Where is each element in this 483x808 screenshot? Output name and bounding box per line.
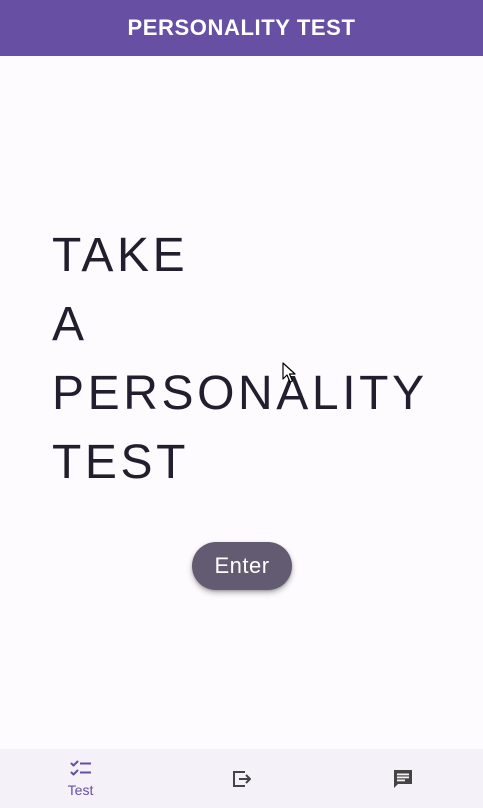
nav-item-chat[interactable] (322, 749, 483, 808)
app-bar: PERSONALITY TEST (0, 0, 483, 56)
chat-icon (392, 768, 414, 790)
hero-line-test: TEST (52, 436, 190, 489)
logout-icon (231, 769, 253, 789)
nav-item-test-label: Test (67, 781, 94, 798)
hero-line-take: TAKE (52, 229, 189, 282)
checklist-icon (70, 760, 92, 778)
hero-heading: TAKE A PERSONALITY TEST (52, 221, 428, 497)
mouse-pointer-icon (282, 362, 296, 384)
enter-button[interactable]: Enter (192, 542, 292, 590)
hero-line-personality: PERSONALITY (52, 367, 428, 420)
bottom-navigation: Test (0, 749, 483, 808)
enter-button-label: Enter (214, 553, 270, 578)
nav-item-test[interactable]: Test (0, 749, 161, 808)
app-screen: PERSONALITY TEST TAKE A PERSONALITY TEST… (0, 0, 483, 808)
app-bar-title: PERSONALITY TEST (127, 15, 356, 40)
hero-line-a: A (52, 298, 88, 351)
nav-item-logout[interactable] (161, 749, 322, 808)
